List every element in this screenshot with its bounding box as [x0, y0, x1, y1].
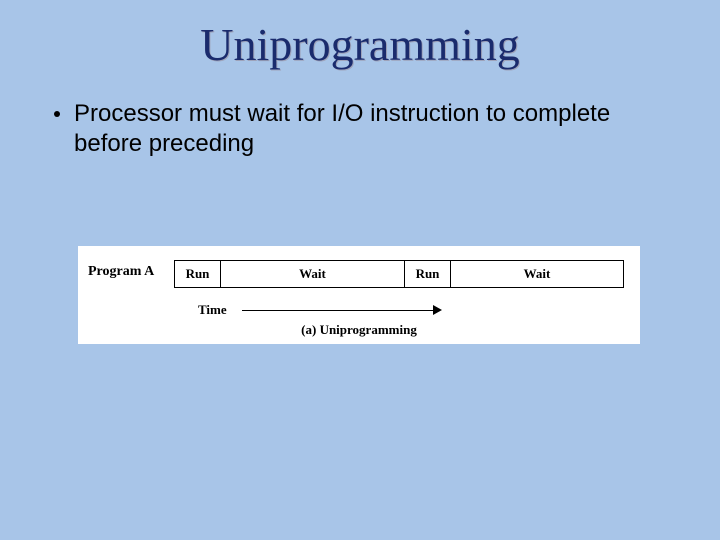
bullet-item: Processor must wait for I/O instruction …: [48, 99, 672, 159]
timeline: Run Wait Run Wait: [174, 260, 624, 288]
bullet-text: Processor must wait for I/O instruction …: [74, 99, 672, 159]
segment-wait: Wait: [451, 261, 623, 287]
arrow-right-icon: [433, 305, 442, 315]
time-arrow: [242, 304, 442, 318]
bullet-icon: [54, 111, 60, 117]
segment-run: Run: [175, 261, 221, 287]
bullet-list: Processor must wait for I/O instruction …: [0, 71, 720, 159]
segment-run: Run: [405, 261, 451, 287]
diagram: Program A Run Wait Run Wait Time (a) Uni…: [78, 246, 640, 344]
program-label: Program A: [88, 264, 154, 280]
segment-wait: Wait: [221, 261, 405, 287]
diagram-caption: (a) Uniprogramming: [78, 322, 640, 338]
slide-title: Uniprogramming: [0, 0, 720, 71]
arrow-line: [242, 310, 434, 311]
slide: Uniprogramming Processor must wait for I…: [0, 0, 720, 540]
time-axis-label: Time: [198, 302, 227, 318]
diagram-inner: Program A Run Wait Run Wait Time (a) Uni…: [78, 246, 640, 344]
